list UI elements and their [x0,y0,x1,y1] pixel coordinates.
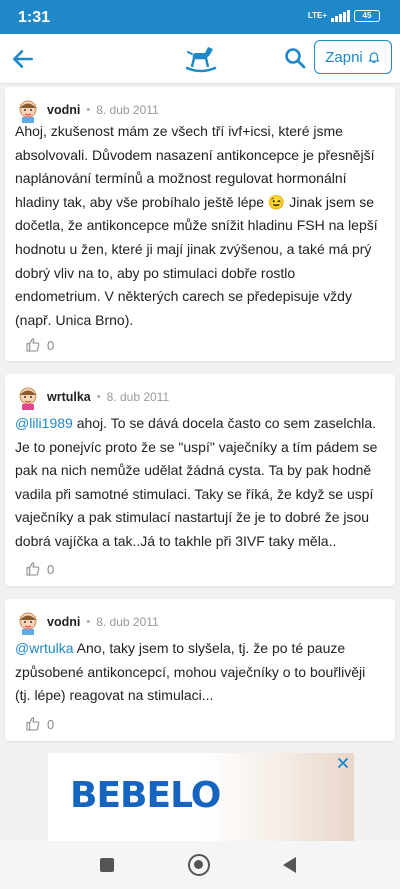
like-count: 0 [47,561,55,577]
mention-link[interactable]: @lili1989 [15,415,73,431]
status-icons: LTE+ 45 [308,10,380,22]
rocking-horse-logo-icon[interactable] [183,42,219,74]
back-arrow-icon[interactable] [10,46,36,72]
status-bar: 1:31 LTE+ 45 [0,0,400,34]
like-count: 0 [47,337,55,353]
username[interactable]: vodni [47,103,80,117]
text-line: (tj. lépe) reagovat na stimulaci... [15,687,214,704]
text-line: endometrium. V některých carech se přede… [15,288,352,305]
like-button[interactable]: 0 [25,337,54,353]
text-line: naplánování termínů a možnost regulovat … [15,170,347,187]
separator: • [96,391,101,403]
comment-text: @lili1989 ahoj. To se dává docela často … [15,412,389,554]
home-icon[interactable] [188,854,210,876]
like-count: 0 [47,716,55,732]
thumbs-up-icon [26,717,40,731]
text-line: vaječníky a pak stimulací nastartují že … [15,509,370,526]
text-segment: ahoj. To se dává docela často co sem zas… [72,415,377,431]
text-line: dobrý vliv na to, aby po stimulaci dobře… [15,264,296,281]
recent-apps-icon[interactable] [100,858,114,872]
signal-icon [331,10,350,22]
text-line: dočetla, že antikoncepce může snížit hla… [15,217,378,234]
comment-text: Ahoj, zkušenost mám ze všech tří ivf+ics… [15,120,389,332]
text-line: Ahoj, zkušenost mám ze všech tří ivf+ics… [15,123,343,139]
zapni-button[interactable]: Zapni [314,40,392,74]
text-line: dobrá vajíčka a tak..Já to takhle při 3I… [15,532,337,549]
post-date: 8. dub 2011 [96,103,159,117]
text-line: Je to ponejvíc proto že se "uspí" vaječn… [15,438,378,455]
comment-text: @wrtulka Ano, taky jsem to slyšela, tj. … [15,637,389,708]
post-date: 8. dub 2011 [106,390,170,404]
ad-image [204,753,354,841]
username[interactable]: wrtulka [47,390,91,404]
app-bar: Zapni [0,34,400,84]
status-time: 1:31 [18,9,51,26]
comment-header: vodni • 8. dub 2011 [15,609,159,635]
avatar[interactable] [15,609,41,635]
ad-brand-logo: BEBELO [70,775,221,816]
text-line: hladiny tak, aby vše probíhalo ještě lép… [15,193,375,210]
comment-card: vodni • 8. dub 2011 @wrtulka Ano, taky j… [5,599,395,741]
text-line: @lili1989 ahoj. To se dává docela často … [15,412,389,436]
avatar[interactable] [15,384,41,410]
nav-back-icon[interactable] [283,857,296,873]
network-type: LTE+ [307,11,327,20]
separator: • [86,616,91,628]
comment-card: wrtulka • 8. dub 2011 @lili1989 ahoj. To… [5,374,395,586]
system-nav-bar [0,841,400,889]
search-icon[interactable] [283,46,307,70]
close-icon[interactable] [336,756,350,770]
text-line: pak na nich nemůže udělat žádná cysta. T… [15,462,372,479]
mention-link[interactable]: @wrtulka [15,640,74,656]
post-date: 8. dub 2011 [96,615,159,629]
text-segment: Ano, taky jsem to slyšela, tj. že po té … [73,640,346,656]
comment-header: wrtulka • 8. dub 2011 [15,384,169,410]
separator: • [86,104,91,116]
thumbs-up-icon [26,338,40,352]
like-button[interactable]: 0 [25,716,54,732]
comment-card: vodni • 8. dub 2011 Ahoj, zkušenost mám … [5,87,395,361]
text-line: (např. Unica Brno). [15,311,134,328]
ad-banner[interactable]: BEBELO [48,753,354,841]
text-line: absolvovali. Důvodem nasazení antikoncep… [15,146,375,163]
thumbs-up-icon [26,562,40,576]
text-line: způsobené antikoncepcí, mohou vaječníky … [15,663,366,680]
text-line: @wrtulka Ano, taky jsem to slyšela, tj. … [15,637,389,661]
text-line: vadila při samotné stimulaci. Taky se ří… [15,485,374,502]
like-button[interactable]: 0 [25,561,54,577]
text-line: hodnotu u žen, které ji mají jinak zvýše… [15,240,372,257]
bell-icon [368,52,380,63]
username[interactable]: vodni [47,615,80,629]
zapni-label: Zapni [325,48,363,66]
battery-level: 45 [354,10,380,22]
